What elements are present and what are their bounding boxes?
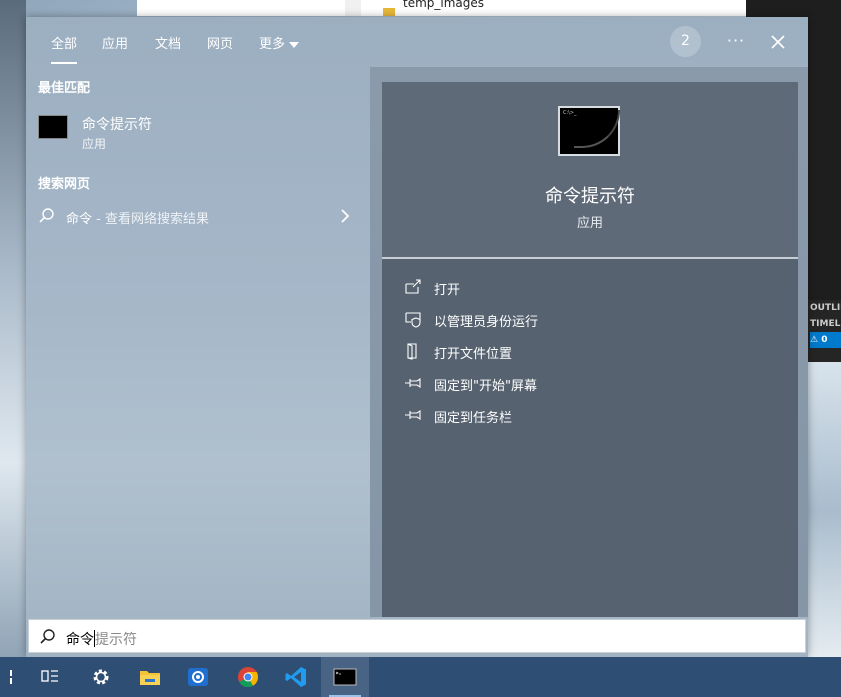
tab-more-label: 更多 [259, 37, 286, 52]
action-pin-to-taskbar[interactable]: 固定到任务栏 [382, 400, 798, 432]
start-button[interactable] [0, 657, 24, 697]
chevron-down-icon [289, 41, 300, 48]
background-explorer-window: temp_images [361, 0, 746, 16]
file-location-icon [407, 343, 417, 360]
action-run-as-admin[interactable]: 以管理员身份运行 [382, 304, 798, 336]
app-detail-header: C:\>_ 命令提示符 应用 [382, 82, 798, 259]
command-prompt-icon [38, 115, 68, 139]
start-menu-search-panel: 全部 应用 文档 网页 更多 2 ··· 最佳匹配 命令提示符 应用 搜索网页 … [26, 17, 808, 657]
desktop-wallpaper-left [0, 0, 26, 660]
snipping-tool-icon [188, 668, 208, 686]
close-button[interactable] [766, 30, 790, 54]
preview-pane: C:\>_ 命令提示符 应用 打开 以管理员身份运行 打开文件位置 固定到"开始… [370, 67, 808, 617]
search-icon [40, 629, 55, 644]
best-match-heading: 最佳匹配 [38, 81, 91, 96]
best-match-subtitle: 应用 [82, 137, 107, 151]
chrome-icon [238, 667, 259, 688]
action-pin-to-taskbar-label: 固定到任务栏 [434, 411, 513, 426]
action-open-label: 打开 [434, 283, 461, 298]
gear-icon [93, 669, 109, 685]
search-input[interactable]: 命令提示符 [28, 619, 806, 653]
action-open-file-location-label: 打开文件位置 [434, 347, 513, 362]
desktop-wallpaper-right [808, 362, 841, 660]
taskbar [0, 657, 841, 697]
more-options-button[interactable]: ··· [724, 30, 748, 54]
search-icon [39, 208, 54, 223]
tab-documents[interactable]: 文档 [155, 33, 181, 52]
action-run-as-admin-label: 以管理员身份运行 [434, 315, 539, 330]
chrome-taskbar-button[interactable] [224, 657, 272, 697]
task-view-icon [41, 670, 58, 682]
best-match-item[interactable]: 命令提示符 应用 [26, 107, 369, 159]
search-autocomplete-hint: 提示符 [95, 632, 137, 648]
folder-icon [383, 8, 395, 16]
web-search-query: 命令 [66, 212, 93, 227]
close-icon [771, 35, 785, 49]
file-explorer-taskbar-button[interactable] [126, 657, 174, 697]
action-open[interactable]: 打开 [382, 272, 798, 304]
command-prompt-icon [333, 668, 357, 686]
tab-more[interactable]: 更多 [259, 33, 300, 52]
results-list: 最佳匹配 命令提示符 应用 搜索网页 命令 - 查看网络搜索结果 [26, 67, 369, 617]
app-detail-card: C:\>_ 命令提示符 应用 打开 以管理员身份运行 打开文件位置 固定到"开始… [382, 82, 798, 617]
explorer-item: temp_images [403, 0, 485, 10]
pin-taskbar-icon [405, 409, 421, 421]
windows-logo-icon [10, 670, 12, 684]
app-detail-subtitle: 应用 [576, 216, 603, 231]
app-detail-title: 命令提示符 [545, 186, 635, 207]
web-search-item[interactable]: 命令 - 查看网络搜索结果 [26, 201, 369, 231]
background-window-divider [345, 0, 361, 16]
snipping-tool-taskbar-button[interactable] [174, 657, 222, 697]
search-typed-text: 命令 [66, 632, 94, 648]
background-window-left [137, 0, 345, 16]
command-prompt-taskbar-button[interactable] [321, 657, 369, 697]
tab-web[interactable]: 网页 [207, 33, 233, 52]
tab-apps[interactable]: 应用 [102, 33, 128, 52]
web-search-heading: 搜索网页 [38, 177, 91, 192]
vscode-side-panels: OUTLINE TIMELINE ⚠ 0 [808, 300, 841, 362]
settings-taskbar-button[interactable] [77, 657, 125, 697]
rewards-badge[interactable]: 2 [670, 26, 701, 57]
task-view-button[interactable] [26, 657, 74, 697]
web-search-suffix: - 查看网络搜索结果 [92, 212, 209, 227]
vscode-icon [285, 667, 306, 687]
shield-admin-icon [405, 312, 421, 328]
best-match-title: 命令提示符 [82, 117, 152, 133]
folder-icon [140, 671, 160, 685]
timeline-panel-label: TIMELINE [810, 319, 841, 329]
open-icon [405, 279, 421, 294]
action-pin-to-start-label: 固定到"开始"屏幕 [434, 379, 537, 394]
filter-tab-bar: 全部 应用 文档 网页 更多 2 ··· [26, 17, 808, 67]
chevron-right-icon [341, 209, 350, 223]
command-prompt-large-icon: C:\>_ [558, 106, 620, 156]
tab-all[interactable]: 全部 [51, 33, 78, 64]
action-open-file-location[interactable]: 打开文件位置 [382, 336, 798, 368]
action-pin-to-start[interactable]: 固定到"开始"屏幕 [382, 368, 798, 400]
pin-start-icon [405, 377, 421, 389]
vscode-status-item: ⚠ 0 [810, 332, 841, 348]
outline-panel-label: OUTLINE [810, 303, 841, 313]
vscode-taskbar-button[interactable] [272, 657, 320, 697]
